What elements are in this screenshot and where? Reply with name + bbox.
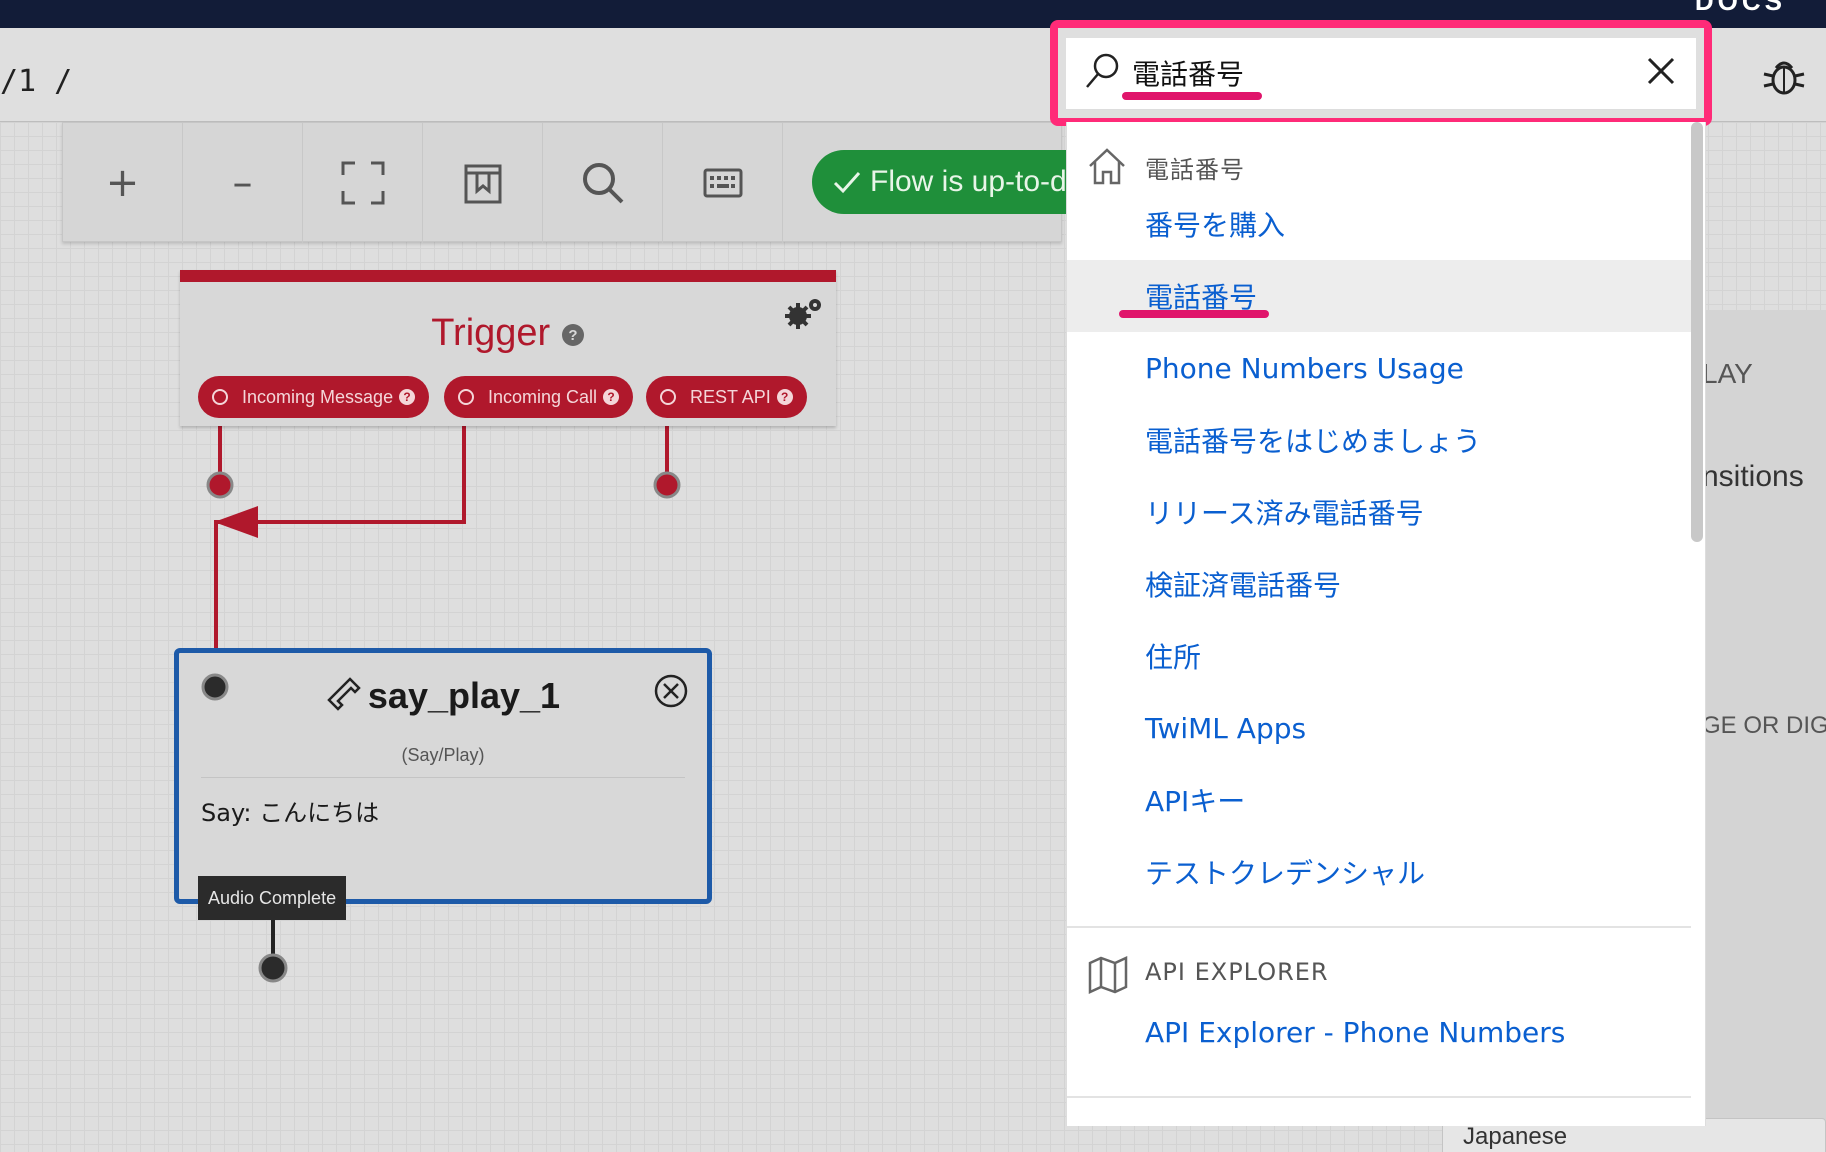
divider bbox=[1067, 1096, 1691, 1098]
results-scrollbar[interactable] bbox=[1691, 122, 1703, 542]
help-icon: ? bbox=[603, 389, 620, 405]
result-item[interactable]: リリース済み電話番号 bbox=[1067, 476, 1691, 548]
trigger-pill-incoming-message[interactable]: Incoming Message ? bbox=[198, 376, 430, 418]
divider bbox=[1067, 926, 1691, 928]
trigger-pill-incoming-call[interactable]: Incoming Call ? bbox=[444, 376, 634, 418]
result-item[interactable]: 検証済電話番号 bbox=[1067, 548, 1691, 620]
gear-icon[interactable] bbox=[784, 296, 824, 332]
group-heading: 電話番号 bbox=[1145, 156, 1245, 184]
trigger-title-text: Trigger bbox=[431, 312, 551, 354]
radio-ring-icon bbox=[458, 389, 474, 405]
result-item-active[interactable]: 電話番号 bbox=[1067, 260, 1691, 332]
widget-body: Say: こんにちは bbox=[201, 799, 380, 827]
result-item[interactable]: テストクレデンシャル bbox=[1067, 836, 1691, 908]
radio-ring-icon bbox=[660, 389, 676, 405]
result-item[interactable]: 番号を購入 bbox=[1067, 188, 1691, 260]
say-play-widget[interactable]: say_play_1 (Say/Play) Say: こんにちは bbox=[174, 648, 712, 904]
radio-ring-icon bbox=[212, 389, 228, 405]
trigger-pill-rest-api[interactable]: REST API ? bbox=[646, 376, 807, 418]
result-item[interactable]: Phone Numbers Usage bbox=[1067, 332, 1691, 404]
result-item[interactable]: 住所 bbox=[1067, 620, 1691, 692]
map-icon bbox=[1088, 956, 1128, 994]
active-underline-annotation bbox=[1119, 310, 1269, 318]
result-item[interactable]: APIキー bbox=[1067, 764, 1691, 836]
query-underline-annotation bbox=[1122, 92, 1262, 100]
result-item[interactable]: API Explorer - Phone Numbers bbox=[1067, 996, 1691, 1068]
help-icon: ? bbox=[399, 389, 416, 405]
divider bbox=[201, 777, 685, 778]
audio-complete-transition[interactable]: Audio Complete bbox=[198, 876, 347, 920]
close-icon[interactable] bbox=[1646, 56, 1676, 86]
widget-title: say_play_1 bbox=[179, 675, 707, 717]
pill-label: Incoming Call bbox=[488, 386, 598, 407]
pill-label: Incoming Message bbox=[242, 386, 394, 407]
close-circle-icon[interactable] bbox=[653, 673, 689, 709]
svg-text:?: ? bbox=[568, 327, 577, 344]
results-group-header: API EXPLORER bbox=[1067, 944, 1691, 1000]
result-item[interactable]: TwiML Apps bbox=[1067, 692, 1691, 764]
trigger-port-message[interactable] bbox=[206, 471, 234, 499]
pill-label: REST API bbox=[690, 386, 771, 407]
widget-type: (Say/Play) bbox=[401, 745, 485, 765]
search-input[interactable] bbox=[1132, 50, 1612, 96]
search-results-dropdown: 電話番号 番号を購入 電話番号 Phone Numbers Usage 電話番号… bbox=[1066, 122, 1706, 1126]
phone-handset-icon bbox=[327, 677, 361, 711]
help-icon: ? bbox=[776, 389, 793, 405]
home-icon bbox=[1089, 148, 1125, 185]
trigger-title: Trigger ? bbox=[180, 312, 836, 355]
trigger-widget[interactable]: Trigger ? Incoming Message ? Incoming Ca… bbox=[180, 270, 836, 426]
group-heading: API EXPLORER bbox=[1145, 958, 1329, 986]
search-icon bbox=[1086, 53, 1119, 88]
trigger-port-rest[interactable] bbox=[653, 471, 681, 499]
help-icon: ? bbox=[561, 323, 584, 346]
audio-complete-port[interactable] bbox=[258, 953, 288, 983]
widget-title-text: say_play_1 bbox=[367, 675, 561, 716]
result-item[interactable]: 電話番号をはじめましょう bbox=[1067, 404, 1691, 476]
results-group-header: 電話番号 bbox=[1067, 136, 1691, 192]
